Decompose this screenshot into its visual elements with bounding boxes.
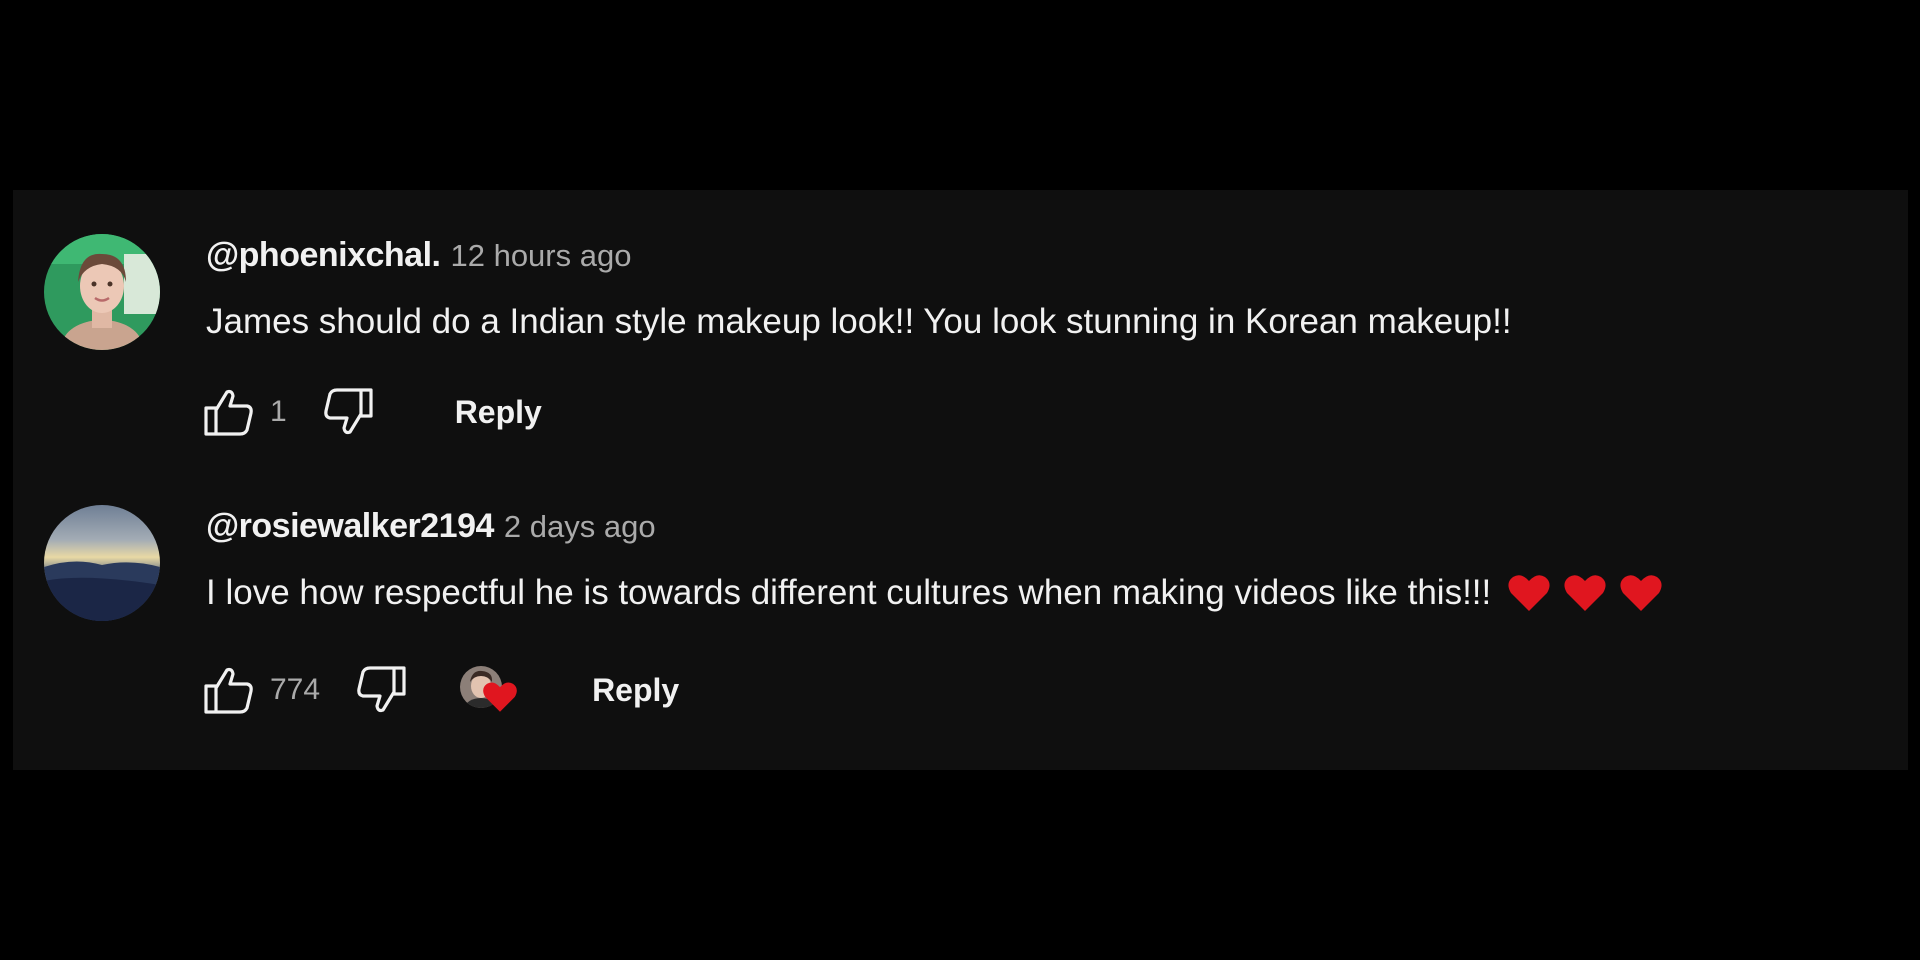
like-count: 774 [270, 673, 321, 706]
comment-author[interactable]: @phoenixchal. [206, 236, 441, 275]
reply-button[interactable]: Reply [455, 394, 542, 431]
avatar[interactable] [44, 505, 160, 621]
emoji-hearts [1495, 573, 1663, 613]
creator-heart-badge[interactable] [460, 662, 524, 718]
red-heart-icon [1620, 575, 1662, 611]
reply-button[interactable]: Reply [592, 672, 679, 709]
thumbs-up-icon [204, 389, 253, 436]
thumbs-down-icon [323, 388, 373, 435]
avatar[interactable] [44, 234, 160, 350]
red-heart-icon [1564, 575, 1606, 611]
comment-text: I love how respectful he is towards diff… [206, 573, 1663, 613]
comment-timestamp[interactable]: 2 days ago [504, 509, 656, 545]
comment-text: James should do a Indian style makeup lo… [206, 302, 1512, 342]
comment-actions: 1 Reply [200, 384, 542, 440]
comment-actions: 774 Reply [200, 662, 679, 718]
like-count: 1 [270, 395, 287, 428]
comment-header: @phoenixchal. 12 hours ago [206, 236, 631, 276]
comments-panel: @phoenixchal. 12 hours ago James should … [13, 190, 1908, 770]
thumbs-up-icon [204, 667, 253, 714]
red-heart-icon [482, 680, 518, 719]
dislike-button[interactable] [354, 662, 410, 718]
thumbs-down-icon [357, 666, 406, 713]
like-button[interactable] [200, 384, 256, 440]
comment-body: I love how respectful he is towards diff… [206, 573, 1492, 612]
comment-author[interactable]: @rosiewalker2194 [206, 507, 494, 546]
like-button[interactable] [200, 662, 256, 718]
comment-timestamp[interactable]: 12 hours ago [450, 238, 631, 274]
comment-body: James should do a Indian style makeup lo… [206, 302, 1512, 341]
dislike-button[interactable] [321, 384, 377, 440]
comment-header: @rosiewalker2194 2 days ago [206, 507, 656, 547]
red-heart-icon [1508, 575, 1550, 611]
